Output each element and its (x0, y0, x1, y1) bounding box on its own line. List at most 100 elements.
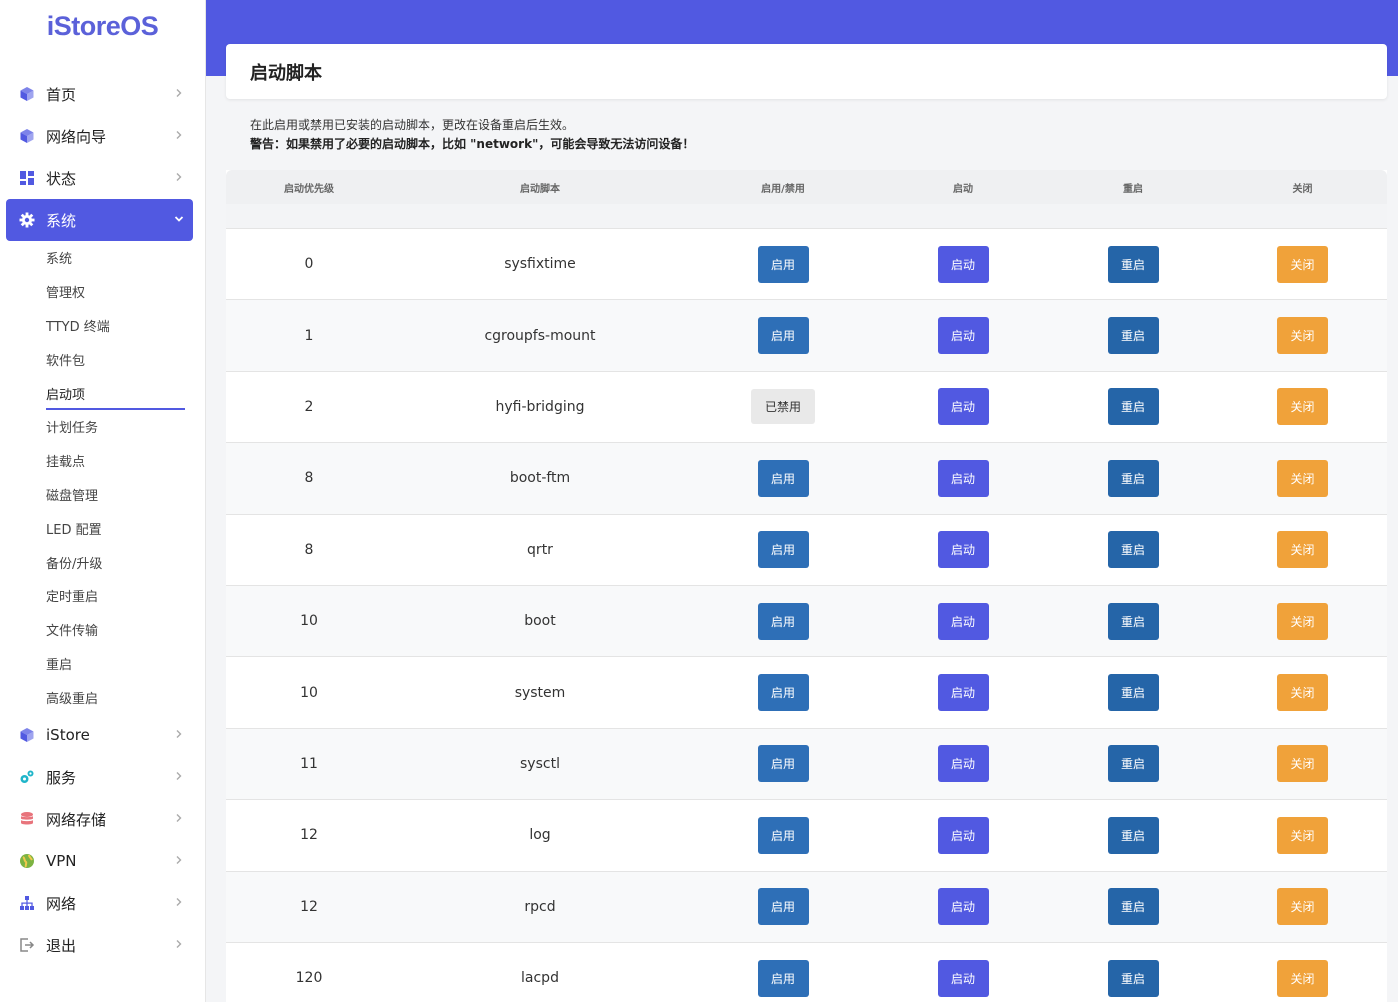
submenu-item[interactable]: 重启 (46, 647, 185, 681)
start-button-cell: 启动 (878, 816, 1048, 854)
script-name-cell: lacpd (392, 970, 688, 986)
sidebar-item-label: 系统 (46, 211, 77, 230)
stop-button[interactable]: 关闭 (1277, 816, 1328, 854)
sidebar: iStoreOS 首页 网络向导 状态 系统 系统 管理权 TTYD 终端 软件包 启动项 计划任… (0, 0, 206, 1002)
stop-button[interactable]: 关闭 (1277, 959, 1328, 997)
enable-button[interactable]: 启用 (757, 245, 809, 283)
enable-button[interactable]: 启用 (757, 674, 809, 712)
start-button-cell: 启动 (878, 388, 1048, 426)
start-button[interactable]: 启动 (937, 317, 989, 355)
start-button[interactable]: 启动 (937, 745, 989, 783)
restart-button[interactable]: 重启 (1107, 816, 1159, 854)
stop-button[interactable]: 关闭 (1277, 745, 1328, 783)
submenu-item[interactable]: 系统 (46, 241, 185, 275)
enable-button[interactable]: 启用 (757, 816, 809, 854)
chevron-right-icon (169, 895, 189, 911)
sidebar-item-9[interactable]: 退出 (6, 924, 193, 966)
start-button-cell: 启动 (878, 674, 1048, 712)
sidebar-item-label: 服务 (46, 768, 77, 787)
start-button[interactable]: 启动 (937, 674, 989, 712)
restart-button[interactable]: 重启 (1107, 531, 1159, 569)
stop-button[interactable]: 关闭 (1277, 888, 1328, 926)
disabled-button[interactable]: 已禁用 (751, 389, 815, 425)
start-button-cell: 启动 (878, 959, 1048, 997)
submenu-item[interactable]: 文件传输 (46, 613, 185, 647)
restart-button[interactable]: 重启 (1107, 888, 1159, 926)
priority-value-cell: 12 (226, 899, 392, 915)
sidebar-item-1[interactable]: 网络向导 (6, 115, 193, 157)
restart-button[interactable]: 重启 (1107, 459, 1159, 497)
stop-button[interactable]: 关闭 (1277, 388, 1328, 426)
header-restart: 重启 (1123, 183, 1143, 195)
sidebar-item-7[interactable]: VPN (6, 840, 193, 882)
header-priority: 启动优先级 (284, 183, 334, 195)
table-row: 0 sysfixtime 启用 启动 重启 关闭 (226, 229, 1387, 301)
submenu-item[interactable]: 高级重启 (46, 680, 185, 714)
sidebar-item-2[interactable]: 状态 (6, 157, 193, 199)
table-row: 12 rpcd 启用 启动 重启 关闭 (226, 871, 1387, 943)
enable-button[interactable]: 启用 (757, 531, 809, 569)
restart-button[interactable]: 重启 (1107, 959, 1159, 997)
submenu-item[interactable]: 计划任务 (46, 410, 185, 444)
submenu-item[interactable]: TTYD 终端 (46, 309, 185, 343)
page-title: 启动脚本 (250, 62, 322, 84)
submenu-item[interactable]: 管理权 (46, 275, 185, 309)
sidebar-item-6[interactable]: 网络存储 (6, 798, 193, 840)
restart-button[interactable]: 重启 (1107, 602, 1159, 640)
priority-value-cell: 10 (226, 613, 392, 629)
start-button[interactable]: 启动 (937, 602, 989, 640)
stop-button[interactable]: 关闭 (1277, 459, 1328, 497)
start-button[interactable]: 启动 (937, 816, 989, 854)
enable-button[interactable]: 启用 (757, 317, 809, 355)
enable-button-cell: 启用 (688, 602, 878, 640)
restart-button[interactable]: 重启 (1107, 674, 1159, 712)
submenu-item[interactable]: 定时重启 (46, 579, 185, 613)
script-name-cell: boot (392, 613, 688, 629)
submenu-item[interactable]: 启动项 (46, 376, 185, 410)
sidebar-item-3[interactable]: 系统 (6, 199, 193, 241)
enable-button[interactable]: 启用 (757, 459, 809, 497)
submenu-item[interactable]: 备份/升级 (46, 545, 185, 579)
sidebar-item-5[interactable]: 服务 (6, 756, 193, 798)
enable-button-cell: 启用 (688, 745, 878, 783)
stop-button[interactable]: 关闭 (1277, 317, 1328, 355)
start-button[interactable]: 启动 (937, 245, 989, 283)
sidebar-item-0[interactable]: 首页 (6, 73, 193, 115)
stop-button[interactable]: 关闭 (1277, 674, 1328, 712)
stop-button-cell: 关闭 (1218, 745, 1387, 783)
stop-button[interactable]: 关闭 (1277, 245, 1328, 283)
stop-button[interactable]: 关闭 (1277, 531, 1328, 569)
start-button[interactable]: 启动 (937, 888, 989, 926)
table-row: 120 lacpd 启用 启动 重启 关闭 (226, 942, 1387, 1002)
enable-button[interactable]: 启用 (757, 959, 809, 997)
stop-button[interactable]: 关闭 (1277, 602, 1328, 640)
table-row: 1 cgroupfs-mount 启用 启动 重启 关闭 (226, 300, 1387, 372)
start-button-cell: 启动 (878, 245, 1048, 283)
enable-button-cell: 启用 (688, 317, 878, 355)
database-icon (18, 810, 36, 828)
logo[interactable]: iStoreOS (0, 0, 205, 52)
start-button[interactable]: 启动 (937, 531, 989, 569)
start-button[interactable]: 启动 (937, 459, 989, 497)
enable-button[interactable]: 启用 (757, 745, 809, 783)
submenu-item[interactable]: 软件包 (46, 342, 185, 376)
enable-button[interactable]: 启用 (757, 888, 809, 926)
start-button[interactable]: 启动 (937, 959, 989, 997)
priority-value: 8 (304, 470, 314, 487)
sidebar-item-8[interactable]: 网络 (6, 882, 193, 924)
submenu-item[interactable]: 磁盘管理 (46, 478, 185, 512)
cube-icon (18, 127, 36, 145)
enable-button[interactable]: 启用 (757, 602, 809, 640)
restart-button[interactable]: 重启 (1107, 317, 1159, 355)
start-button[interactable]: 启动 (937, 388, 989, 426)
restart-button[interactable]: 重启 (1107, 245, 1159, 283)
restart-button-cell: 重启 (1048, 816, 1218, 854)
header-enable-disable: 启用/禁用 (761, 183, 805, 195)
restart-button[interactable]: 重启 (1107, 745, 1159, 783)
sidebar-item-4[interactable]: iStore (6, 714, 193, 756)
restart-button[interactable]: 重启 (1107, 388, 1159, 426)
logout-icon (18, 936, 36, 954)
restart-button-cell: 重启 (1048, 388, 1218, 426)
submenu-item[interactable]: 挂载点 (46, 444, 185, 478)
submenu-item[interactable]: LED 配置 (46, 511, 185, 545)
